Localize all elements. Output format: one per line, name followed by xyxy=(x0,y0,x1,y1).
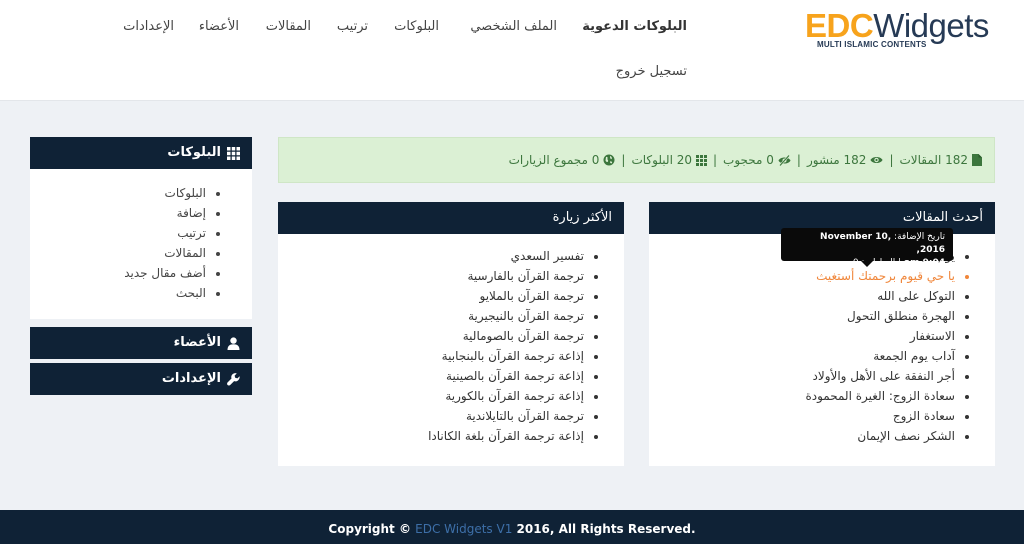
latest-article-item[interactable]: أجر النفقة على الأهل والأولاد xyxy=(659,366,956,386)
sidebar-blocks-header[interactable]: البلوكات xyxy=(30,137,252,169)
most-visited-item[interactable]: تفسير السعدي xyxy=(288,246,584,266)
site-header: EDCWidgets MULTI ISLAMIC CONTENTS البلوك… xyxy=(0,0,1024,101)
eye-icon xyxy=(870,157,883,163)
latest-article-item[interactable]: الشكر نصف الإيمان xyxy=(659,426,955,446)
latest-article-item[interactable]: الهجرة منطلق التحول xyxy=(659,306,955,326)
logo-subtitle: MULTI ISLAMIC CONTENTS xyxy=(817,40,927,49)
stat-visits: 0 مجموع الزيارات xyxy=(509,153,616,167)
nav-settings[interactable]: الإعدادات xyxy=(123,19,174,34)
eye-slash-icon xyxy=(778,154,791,166)
stat-articles: 182 المقالات xyxy=(899,153,982,167)
most-visited-item[interactable]: إذاعة ترجمة القرآن بلغة الكانادا xyxy=(288,426,584,446)
user-icon xyxy=(227,336,240,350)
sidebar-item-articles[interactable]: المقالات xyxy=(40,243,206,263)
sidebar-settings-title: الإعدادات xyxy=(161,371,221,386)
sidebar-blocks-list: البلوكات إضافة ترتيب المقالات أضف مقال ج… xyxy=(30,169,252,319)
sidebar-settings-panel: الإعدادات xyxy=(30,363,252,395)
sidebar-members-panel: الأعضاء xyxy=(30,327,252,359)
sidebar-settings-header[interactable]: الإعدادات xyxy=(30,363,252,395)
footer-copyright: Copyright © xyxy=(328,522,416,536)
sidebar-item-search[interactable]: البحث xyxy=(40,283,206,303)
nav-profile[interactable]: الملف الشخصي xyxy=(470,19,557,34)
most-visited-item[interactable]: ترجمة القرآن بالنيجيرية xyxy=(288,306,584,326)
most-visited-list: تفسير السعدي ترجمة القرآن بالفارسية ترجم… xyxy=(278,234,624,446)
nav-dawah-blocks[interactable]: البلوكات الدعوية xyxy=(582,19,687,34)
most-visited-item[interactable]: إذاعة ترجمة القرآن بالبنجابية xyxy=(288,346,584,366)
globe-icon xyxy=(603,154,615,166)
site-footer: Copyright © EDC Widgets V1 2016, All Rig… xyxy=(0,510,1024,544)
logo-wordmark: EDCWidgets xyxy=(805,7,989,44)
stat-blocks: 20 البلوكات xyxy=(631,153,707,167)
sidebar-members-title: الأعضاء xyxy=(173,335,221,350)
most-visited-item[interactable]: ترجمة القرآن بالفارسية xyxy=(288,266,585,286)
site-logo[interactable]: EDCWidgets MULTI ISLAMIC CONTENTS xyxy=(805,7,995,50)
sidebar-item-new-article[interactable]: أضف مقال جديد xyxy=(40,263,206,283)
stats-bar: 182 المقالات | 182 منشور | 0 محجوب | 20 … xyxy=(278,137,995,183)
latest-article-item[interactable]: الاستغفار xyxy=(659,326,955,346)
grid-icon xyxy=(227,146,240,160)
most-visited-item[interactable]: إذاعة ترجمة القرآن بالكورية xyxy=(288,386,584,406)
most-visited-item[interactable]: ترجمة القرآن بالملايو xyxy=(288,286,585,306)
nav-logout[interactable]: تسجيل خروج xyxy=(616,64,687,79)
sidebar-members-header[interactable]: الأعضاء xyxy=(30,327,252,359)
most-visited-panel: الأكثر زيارة تفسير السعدي ترجمة القرآن ب… xyxy=(278,202,624,466)
most-visited-item[interactable]: ترجمة القرآن بالصومالية xyxy=(288,326,584,346)
wrench-icon xyxy=(227,372,240,386)
sidebar-item-order[interactable]: ترتيب xyxy=(40,223,206,243)
article-tooltip: تاريخ الإضافة: November 10, 2016, 9:04 a… xyxy=(781,228,953,268)
stat-hidden: 0 محجوب xyxy=(723,153,791,167)
sidebar-blocks-panel: البلوكات البلوكات إضافة ترتيب المقالات أ… xyxy=(30,137,252,319)
tooltip-date-line: تاريخ الإضافة: November 10, 2016, xyxy=(820,232,945,255)
latest-article-item[interactable]: التوكل على الله xyxy=(659,286,955,306)
nav-blocks[interactable]: البلوكات xyxy=(394,19,439,34)
latest-article-item[interactable]: سعادة الزوج: الغيرة المحمودة xyxy=(659,386,955,406)
footer-brand-link[interactable]: EDC Widgets V1 xyxy=(415,522,512,536)
sidebar-item-add[interactable]: إضافة xyxy=(40,203,206,223)
file-icon xyxy=(972,154,982,166)
most-visited-item[interactable]: ترجمة القرآن بالتايلاندية xyxy=(288,406,584,426)
latest-article-item[interactable]: سعادة الزوج xyxy=(659,406,955,426)
latest-article-item[interactable]: آداب يوم الجمعة xyxy=(659,346,955,366)
sidebar-blocks-title: البلوكات xyxy=(167,145,221,160)
stat-published: 182 منشور xyxy=(807,153,883,167)
footer-rights: 2016, All Rights Reserved. xyxy=(512,522,696,536)
nav-articles[interactable]: المقالات xyxy=(266,19,311,34)
tooltip-time-line: 9:04 am | الزيارات: 0 xyxy=(852,258,945,268)
most-visited-item[interactable]: إذاعة ترجمة القرآن بالصينية xyxy=(288,366,584,386)
most-visited-title: الأكثر زيارة xyxy=(278,202,624,234)
nav-order[interactable]: ترتيب xyxy=(337,19,368,34)
sidebar-item-blocks[interactable]: البلوكات xyxy=(40,183,206,203)
nav-members[interactable]: الأعضاء xyxy=(199,19,239,34)
grid-icon xyxy=(696,154,707,166)
